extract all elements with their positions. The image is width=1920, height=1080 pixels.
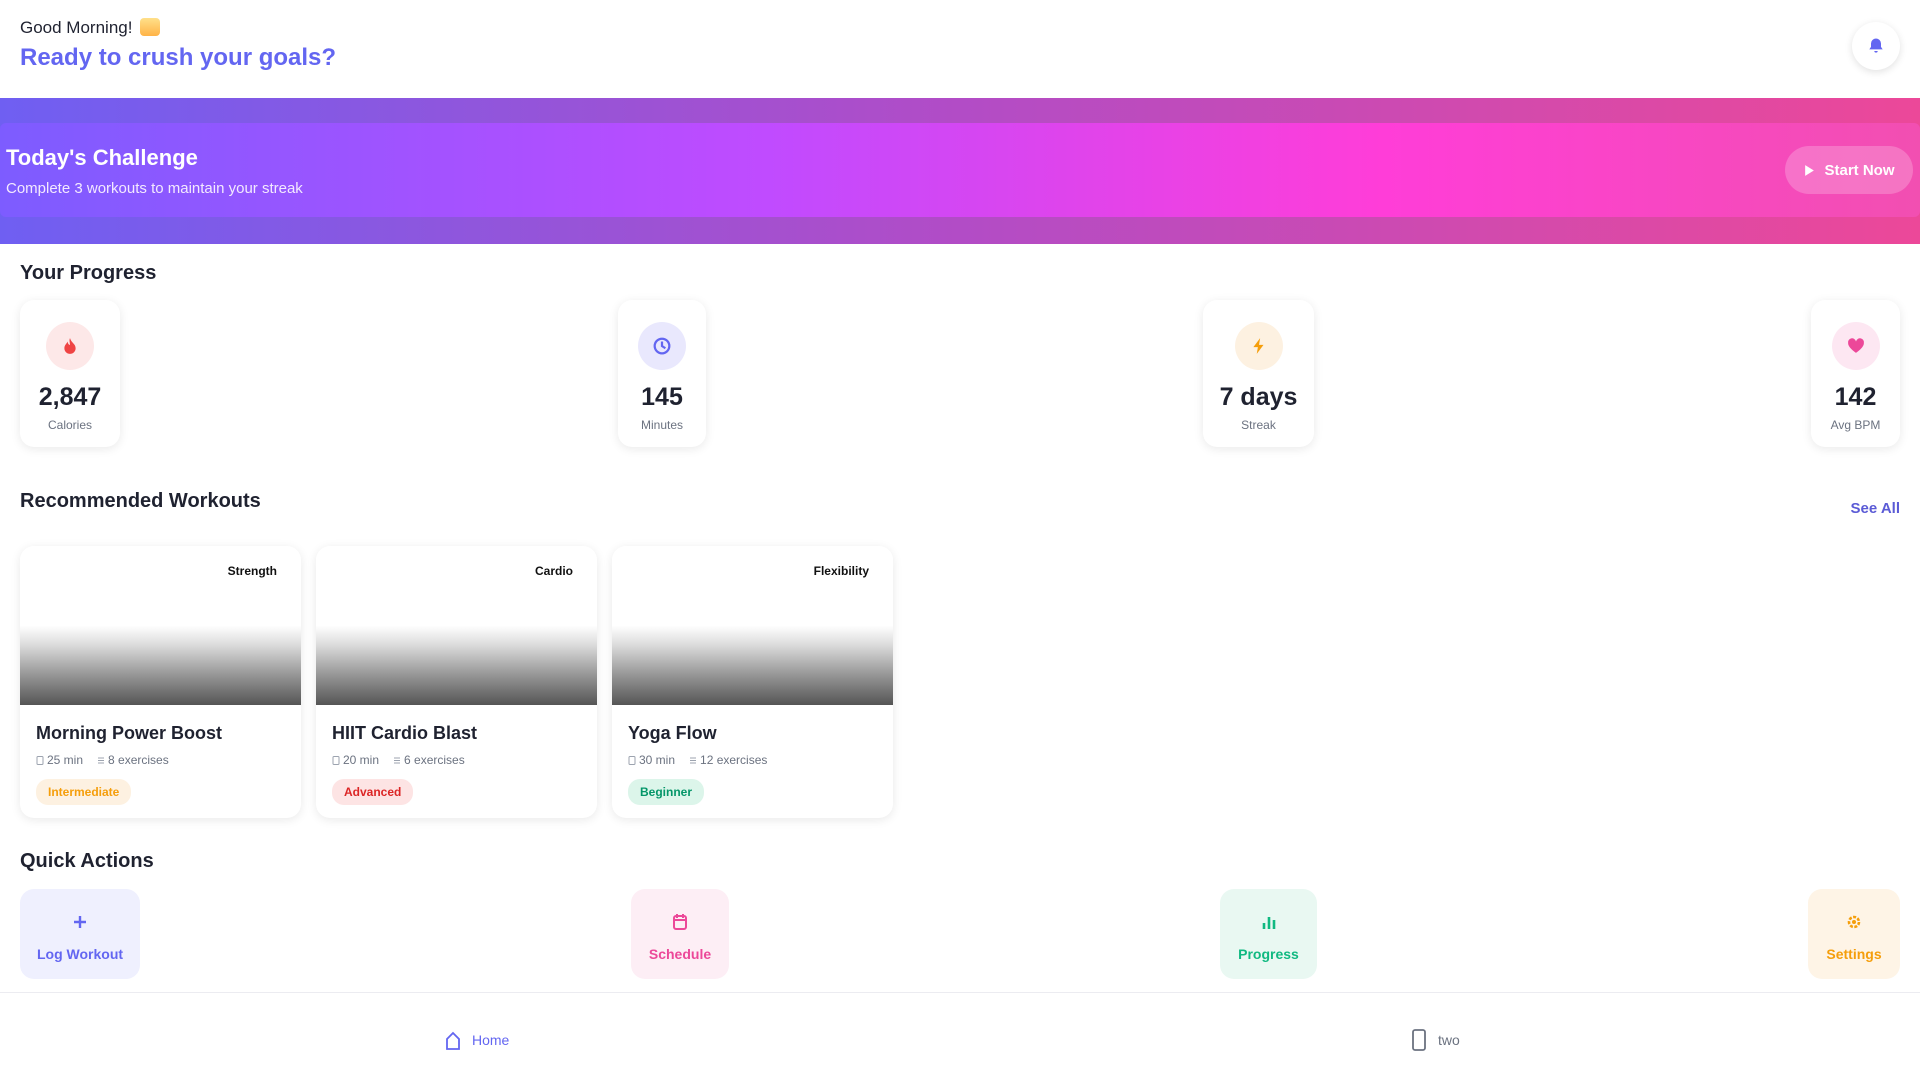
workout-category: Flexibility: [813, 564, 869, 578]
workout-meta: 30 min 12 exercises: [628, 753, 893, 767]
exercise-count-text: 12 exercises: [700, 753, 768, 767]
stat-icon-bg: [1234, 322, 1283, 370]
quick-action-label: Progress: [1238, 946, 1299, 962]
clock-icon: [653, 337, 671, 355]
level-badge: Beginner: [628, 779, 705, 805]
stat-label: Avg BPM: [1830, 418, 1881, 432]
stat-icon-bg: [1831, 322, 1880, 370]
duration: 30 min: [628, 753, 675, 767]
bottom-nav: Home two: [0, 992, 1920, 1080]
nav-label: Home: [472, 1032, 510, 1048]
exercise-count: 8 exercises: [97, 753, 169, 767]
heart-icon: [1847, 338, 1864, 353]
stat-value: 7 days: [1219, 383, 1298, 411]
quick-actions-title: Quick Actions: [20, 850, 154, 872]
schedule-button[interactable]: Schedule: [631, 889, 729, 979]
bolt-icon: [1252, 338, 1263, 354]
list-icon: [690, 757, 697, 763]
challenge-section: Today's Challenge Complete 3 workouts to…: [0, 98, 1920, 244]
stat-card-minutes: 145 Minutes: [618, 300, 706, 447]
workout-image: Flexibility: [612, 546, 893, 705]
workout-image: Cardio: [316, 546, 597, 705]
quick-action-label: Log Workout: [36, 946, 124, 962]
workout-image: Strength: [20, 546, 301, 705]
progress-title: Your Progress: [20, 262, 157, 284]
workout-name: Morning Power Boost: [36, 723, 222, 743]
workout-name: HIIT Cardio Blast: [332, 723, 478, 743]
challenge-title: Today's Challenge: [6, 145, 198, 170]
stat-label: Minutes: [640, 418, 684, 432]
stat-value: 2,847: [38, 383, 102, 411]
gear-icon: [1847, 915, 1861, 929]
stat-value: 142: [1834, 383, 1877, 411]
chart-icon: [1262, 917, 1275, 929]
workout-category: Strength: [227, 564, 277, 578]
nav-item-two[interactable]: two: [1412, 1029, 1460, 1051]
stat-card-streak: 7 days Streak: [1203, 300, 1314, 447]
play-icon: [1805, 164, 1815, 176]
exercise-count: 6 exercises: [393, 753, 465, 767]
level-badge: Advanced: [332, 779, 414, 805]
duration-text: 25 min: [47, 753, 84, 767]
exercise-count-text: 8 exercises: [108, 753, 169, 767]
nav-label: two: [1438, 1032, 1460, 1048]
list-icon: [98, 757, 105, 763]
list-icon: [394, 757, 401, 763]
page-title: Ready to crush your goals?: [20, 44, 337, 71]
notifications-button[interactable]: [1852, 22, 1900, 70]
clock-icon: [628, 755, 636, 765]
stat-value: 145: [641, 383, 683, 411]
duration-text: 30 min: [639, 753, 676, 767]
clock-icon: [332, 755, 340, 765]
quick-action-label: Schedule: [648, 946, 712, 962]
challenge-subtitle: Complete 3 workouts to maintain your str…: [6, 180, 303, 197]
level-badge: Intermediate: [36, 779, 132, 805]
duration-text: 20 min: [343, 753, 380, 767]
start-now-label: Start Now: [1824, 161, 1895, 179]
see-all-link[interactable]: See All: [1851, 500, 1900, 517]
exercise-count: 12 exercises: [689, 753, 767, 767]
calendar-icon: [673, 914, 687, 930]
greeting-text: Good Morning!: [20, 18, 133, 37]
phone-icon: [1412, 1029, 1426, 1051]
workout-name: Yoga Flow: [628, 723, 717, 743]
progress-button[interactable]: Progress: [1220, 889, 1317, 979]
workout-category: Cardio: [534, 564, 573, 578]
duration: 25 min: [36, 753, 83, 767]
flame-icon: [64, 338, 76, 354]
challenge-banner: Today's Challenge Complete 3 workouts to…: [0, 123, 1920, 217]
sunrise-icon: [140, 18, 161, 36]
settings-button[interactable]: Settings: [1808, 889, 1900, 979]
workout-card[interactable]: Flexibility Yoga Flow 30 min 12 exercise…: [612, 546, 893, 818]
workout-card[interactable]: Strength Morning Power Boost 25 min 8 ex…: [20, 546, 301, 818]
duration: 20 min: [332, 753, 379, 767]
workout-card[interactable]: Cardio HIIT Cardio Blast 20 min 6 exerci…: [316, 546, 597, 818]
workout-meta: 20 min 6 exercises: [332, 753, 597, 767]
workout-meta: 25 min 8 exercises: [36, 753, 301, 767]
clock-icon: [36, 755, 44, 765]
stat-card-bpm: 142 Avg BPM: [1811, 300, 1900, 447]
bell-icon: [1869, 38, 1883, 53]
home-icon: [446, 1031, 460, 1050]
stat-icon-bg: [46, 322, 94, 370]
stat-label: Calories: [47, 418, 92, 432]
app-root: Good Morning! Ready to crush your goals?…: [0, 0, 1920, 1080]
plus-icon: [74, 916, 86, 928]
quick-action-label: Settings: [1826, 946, 1882, 962]
stat-label: Streak: [1241, 418, 1276, 432]
workouts-title: Recommended Workouts: [20, 490, 261, 512]
nav-item-home[interactable]: Home: [446, 1029, 509, 1051]
exercise-count-text: 6 exercises: [404, 753, 465, 767]
log-workout-button[interactable]: Log Workout: [20, 889, 140, 979]
start-now-button[interactable]: Start Now: [1785, 146, 1913, 194]
header: Good Morning! Ready to crush your goals?: [20, 18, 336, 72]
stat-card-calories: 2,847 Calories: [20, 300, 120, 447]
greeting: Good Morning!: [20, 18, 336, 38]
stat-icon-bg: [638, 322, 686, 370]
